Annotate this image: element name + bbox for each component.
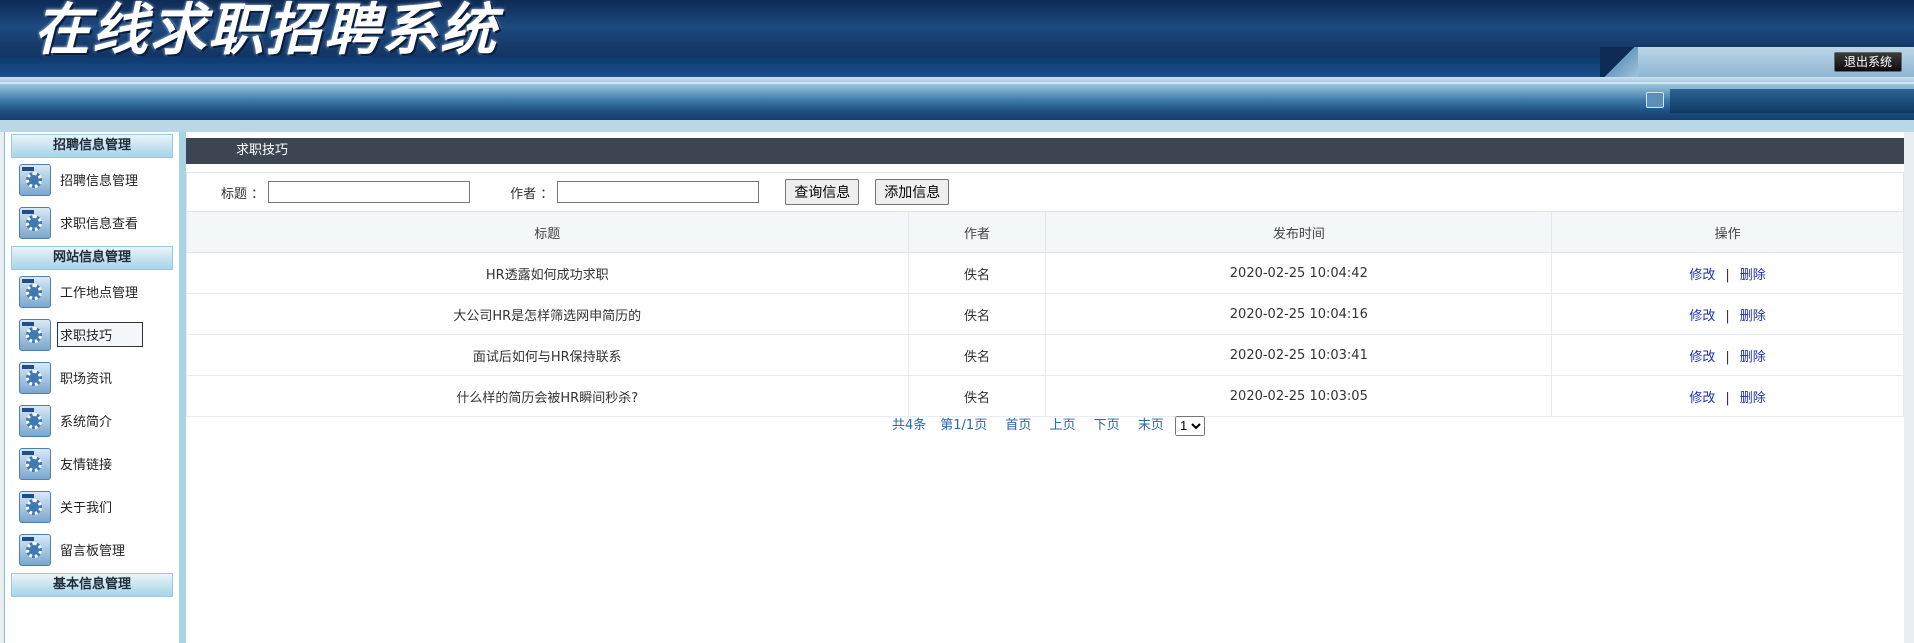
page-title: 求职技巧 <box>236 143 289 158</box>
query-button[interactable]: 查询信息 <box>785 179 860 205</box>
author-search-input[interactable] <box>557 181 760 203</box>
cell-author: 佚名 <box>907 375 1047 417</box>
edit-link[interactable]: 修改 <box>1689 391 1715 406</box>
sidebar-item-friend-links[interactable]: 友情链接 <box>5 442 179 485</box>
sidebar-item-label: 系统简介 <box>60 415 113 430</box>
cell-title: 什么样的简历会被HR瞬间秒杀? <box>186 375 909 417</box>
sidebar-item-label: 工作地点管理 <box>60 286 139 301</box>
logout-button[interactable]: 退出系统 <box>1833 52 1902 72</box>
cell-title: 大公司HR是怎样筛选网申简历的 <box>186 293 909 335</box>
edit-link[interactable]: 修改 <box>1689 268 1715 283</box>
action-separator: | <box>1725 390 1730 406</box>
next-page-link[interactable]: 下页 <box>1094 418 1120 433</box>
sidebar-item-label: 职场资讯 <box>60 372 113 387</box>
cell-author: 佚名 <box>907 293 1047 335</box>
action-separator: | <box>1725 349 1730 365</box>
monitor-icon <box>1646 92 1664 108</box>
cell-title: 面试后如何与HR保持联系 <box>186 334 909 376</box>
action-separator: | <box>1725 308 1730 324</box>
frame-top <box>0 120 1914 132</box>
column-header-author: 作者 <box>907 211 1047 253</box>
gear-icon <box>19 163 51 196</box>
sidebar-item-system-intro[interactable]: 系统简介 <box>5 399 179 442</box>
sidebar-item-job-tips[interactable]: 求职技巧 <box>5 313 179 356</box>
cell-time: 2020-02-25 10:04:42 <box>1045 252 1553 294</box>
sidebar-group-recruit[interactable]: 招聘信息管理 <box>11 134 173 158</box>
table-header-row: 标题 作者 发布时间 操作 <box>186 211 1904 253</box>
edit-link[interactable]: 修改 <box>1689 309 1715 324</box>
gear-icon <box>19 490 51 523</box>
sidebar-item-label: 留言板管理 <box>60 544 126 559</box>
cell-actions: 修改 | 删除 <box>1551 334 1904 376</box>
main-panel: 求职技巧 标题 ： 作者 ： 查询信息 添加信息 标题 作者 发布时间 操作 H… <box>186 132 1904 643</box>
title-label: 标题 ： <box>221 186 265 202</box>
logout-wedge <box>1600 47 1638 77</box>
add-button[interactable]: 添加信息 <box>875 179 950 205</box>
table-row: 面试后如何与HR保持联系 佚名 2020-02-25 10:03:41 修改 | 删… <box>186 334 1904 376</box>
sidebar-item-label: 招聘信息管理 <box>60 174 139 189</box>
gear-icon <box>19 275 51 308</box>
column-header-title: 标题 <box>186 211 909 253</box>
table-row: 什么样的简历会被HR瞬间秒杀? 佚名 2020-02-25 10:03:05 修… <box>186 375 1904 417</box>
cell-actions: 修改 | 删除 <box>1551 252 1904 294</box>
gear-icon <box>19 206 51 239</box>
user-info-panel <box>1670 88 1914 113</box>
cell-title: HR透露如何成功求职 <box>186 252 909 294</box>
cell-time: 2020-02-25 10:03:05 <box>1045 375 1553 417</box>
system-title: 在线求职招聘系统 <box>34 0 498 63</box>
cell-actions: 修改 | 删除 <box>1551 293 1904 335</box>
gear-icon <box>19 533 51 566</box>
gear-icon <box>19 404 51 437</box>
secondary-bar-highlight <box>0 82 1914 84</box>
sidebar-item-label: 关于我们 <box>60 501 113 516</box>
edit-link[interactable]: 修改 <box>1689 350 1715 365</box>
sidebar-item-recruit-manage[interactable]: 招聘信息管理 <box>5 158 179 201</box>
delete-link[interactable]: 删除 <box>1740 391 1766 406</box>
sidebar-item-about-us[interactable]: 关于我们 <box>5 485 179 528</box>
cell-author: 佚名 <box>907 334 1047 376</box>
page-select[interactable]: 1 <box>1174 415 1205 436</box>
search-bar: 标题 ： 作者 ： 查询信息 添加信息 <box>186 172 1904 212</box>
total-count: 共4条 <box>892 418 927 433</box>
first-page-link[interactable]: 首页 <box>1005 418 1031 433</box>
author-label: 作者 ： <box>510 186 554 202</box>
gear-icon <box>19 361 51 394</box>
sidebar-item-label: 友情链接 <box>60 458 113 473</box>
delete-link[interactable]: 删除 <box>1740 268 1766 283</box>
prev-page-link[interactable]: 上页 <box>1050 418 1076 433</box>
action-separator: | <box>1725 267 1730 283</box>
cell-time: 2020-02-25 10:03:41 <box>1045 334 1553 376</box>
gear-icon <box>19 318 51 351</box>
sidebar-item-label: 求职信息查看 <box>60 217 139 232</box>
column-header-time: 发布时间 <box>1045 211 1553 253</box>
title-search-input[interactable] <box>268 181 471 203</box>
sidebar-group-basic[interactable]: 基本信息管理 <box>11 573 173 597</box>
sidebar-group-website[interactable]: 网站信息管理 <box>11 246 173 270</box>
sidebar-item-label: 求职技巧 <box>57 322 144 347</box>
column-header-action: 操作 <box>1551 211 1904 253</box>
pagination: 共4条 第1/1页 首页 上页 下页 末页 1 <box>186 414 1904 436</box>
cell-author: 佚名 <box>907 252 1047 294</box>
table-row: 大公司HR是怎样筛选网申简历的 佚名 2020-02-25 10:04:16 修… <box>186 293 1904 335</box>
sidebar-item-work-location[interactable]: 工作地点管理 <box>5 270 179 313</box>
cell-actions: 修改 | 删除 <box>1551 375 1904 417</box>
sidebar-item-career-news[interactable]: 职场资讯 <box>5 356 179 399</box>
sidebar: 招聘信息管理 招聘信息管理 求职信息查看 网站信息管理 工作地点管理 求职技巧 … <box>4 132 187 643</box>
delete-link[interactable]: 删除 <box>1740 309 1766 324</box>
content-title-bar: 求职技巧 <box>186 138 1904 164</box>
page-indicator: 第1/1页 <box>940 418 988 433</box>
cell-time: 2020-02-25 10:04:16 <box>1045 293 1553 335</box>
gear-icon <box>19 447 51 480</box>
header-banner: 在线求职招聘系统 退出系统 <box>0 0 1914 77</box>
data-table: 标题 作者 发布时间 操作 HR透露如何成功求职 佚名 2020-02-25 1… <box>186 211 1904 417</box>
delete-link[interactable]: 删除 <box>1740 350 1766 365</box>
sidebar-item-jobseeker-view[interactable]: 求职信息查看 <box>5 201 179 244</box>
sidebar-item-message-board[interactable]: 留言板管理 <box>5 528 179 571</box>
table-row: HR透露如何成功求职 佚名 2020-02-25 10:04:42 修改 | 删除 <box>186 252 1904 294</box>
last-page-link[interactable]: 末页 <box>1138 418 1164 433</box>
logout-area: 退出系统 <box>1600 47 1914 77</box>
